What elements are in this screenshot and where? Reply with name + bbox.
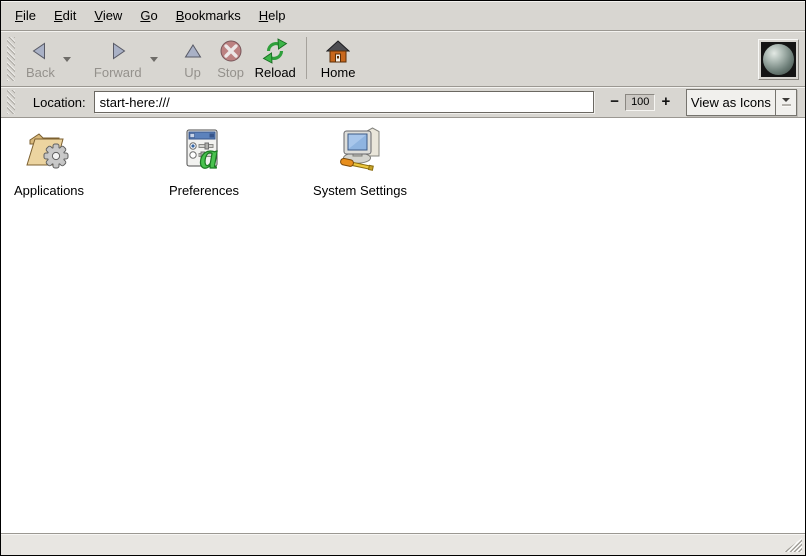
home-icon	[326, 37, 350, 65]
up-button[interactable]: Up	[174, 36, 212, 81]
chevron-down-icon	[150, 57, 158, 62]
icon-label: Applications	[14, 183, 84, 198]
home-label: Home	[321, 65, 356, 80]
toolbar-separator	[306, 37, 307, 79]
nautilus-window: File Edit View Go Bookmarks Help Back Fo…	[0, 0, 806, 556]
icon-label: Preferences	[169, 183, 239, 198]
zoom-level-indicator[interactable]: 100	[625, 94, 655, 111]
system-settings-icon	[336, 125, 384, 178]
chevron-down-icon	[782, 98, 790, 102]
back-label: Back	[26, 65, 55, 80]
throbber-frame	[758, 39, 799, 80]
forward-arrow-icon	[108, 37, 128, 65]
resize-grip[interactable]	[784, 538, 802, 552]
reload-label: Reload	[255, 65, 296, 80]
reload-button[interactable]: Reload	[250, 36, 301, 81]
forward-label: Forward	[94, 65, 142, 80]
menubar: File Edit View Go Bookmarks Help	[1, 1, 805, 31]
desktop-item-preferences[interactable]: a Preferences	[156, 125, 252, 198]
applications-folder-icon	[25, 125, 73, 178]
back-history-dropdown[interactable]	[60, 36, 75, 62]
back-arrow-icon	[30, 37, 50, 65]
view-mode-label: View as Icons	[687, 90, 775, 115]
preferences-capplet-icon: a	[180, 125, 228, 178]
dropdown-indicator	[775, 90, 796, 115]
stop-icon	[219, 37, 243, 65]
svg-text:a: a	[200, 136, 218, 173]
chevron-down-icon	[63, 57, 71, 62]
menu-edit[interactable]: Edit	[45, 5, 85, 26]
location-label: Location:	[33, 95, 86, 110]
menu-go[interactable]: Go	[131, 5, 166, 26]
back-button[interactable]: Back	[21, 36, 60, 81]
reload-icon	[262, 37, 288, 65]
menu-help[interactable]: Help	[250, 5, 295, 26]
location-bar: Location: − 100 + View as Icons	[1, 87, 805, 118]
toolbar: Back Forward Up Stop	[1, 31, 805, 87]
location-input[interactable]	[94, 91, 594, 113]
menu-view[interactable]: View	[85, 5, 131, 26]
up-label: Up	[184, 65, 201, 80]
stop-label: Stop	[217, 65, 244, 80]
zoom-in-button[interactable]: +	[659, 93, 673, 111]
menu-bookmarks[interactable]: Bookmarks	[167, 5, 250, 26]
view-mode-dropdown[interactable]: View as Icons	[686, 89, 797, 116]
stop-button[interactable]: Stop	[212, 36, 250, 81]
forward-button[interactable]: Forward	[89, 36, 147, 81]
icon-label: System Settings	[313, 183, 407, 198]
desktop-item-system-settings[interactable]: System Settings	[312, 125, 408, 198]
throbber-sphere	[763, 44, 794, 75]
menu-file[interactable]: File	[6, 5, 45, 26]
icon-view-pane: Applications a Prefe	[1, 118, 805, 533]
forward-history-dropdown[interactable]	[147, 36, 162, 62]
up-arrow-icon	[184, 37, 202, 65]
toolbar-grip-handle[interactable]	[7, 37, 15, 81]
home-button[interactable]: Home	[316, 36, 361, 81]
gnome-throbber-icon	[761, 42, 796, 77]
status-bar	[1, 533, 805, 555]
locationbar-grip-handle[interactable]	[7, 90, 15, 114]
dropdown-indicator-bar	[782, 104, 791, 106]
desktop-item-applications[interactable]: Applications	[1, 125, 97, 198]
zoom-out-button[interactable]: −	[608, 93, 622, 111]
